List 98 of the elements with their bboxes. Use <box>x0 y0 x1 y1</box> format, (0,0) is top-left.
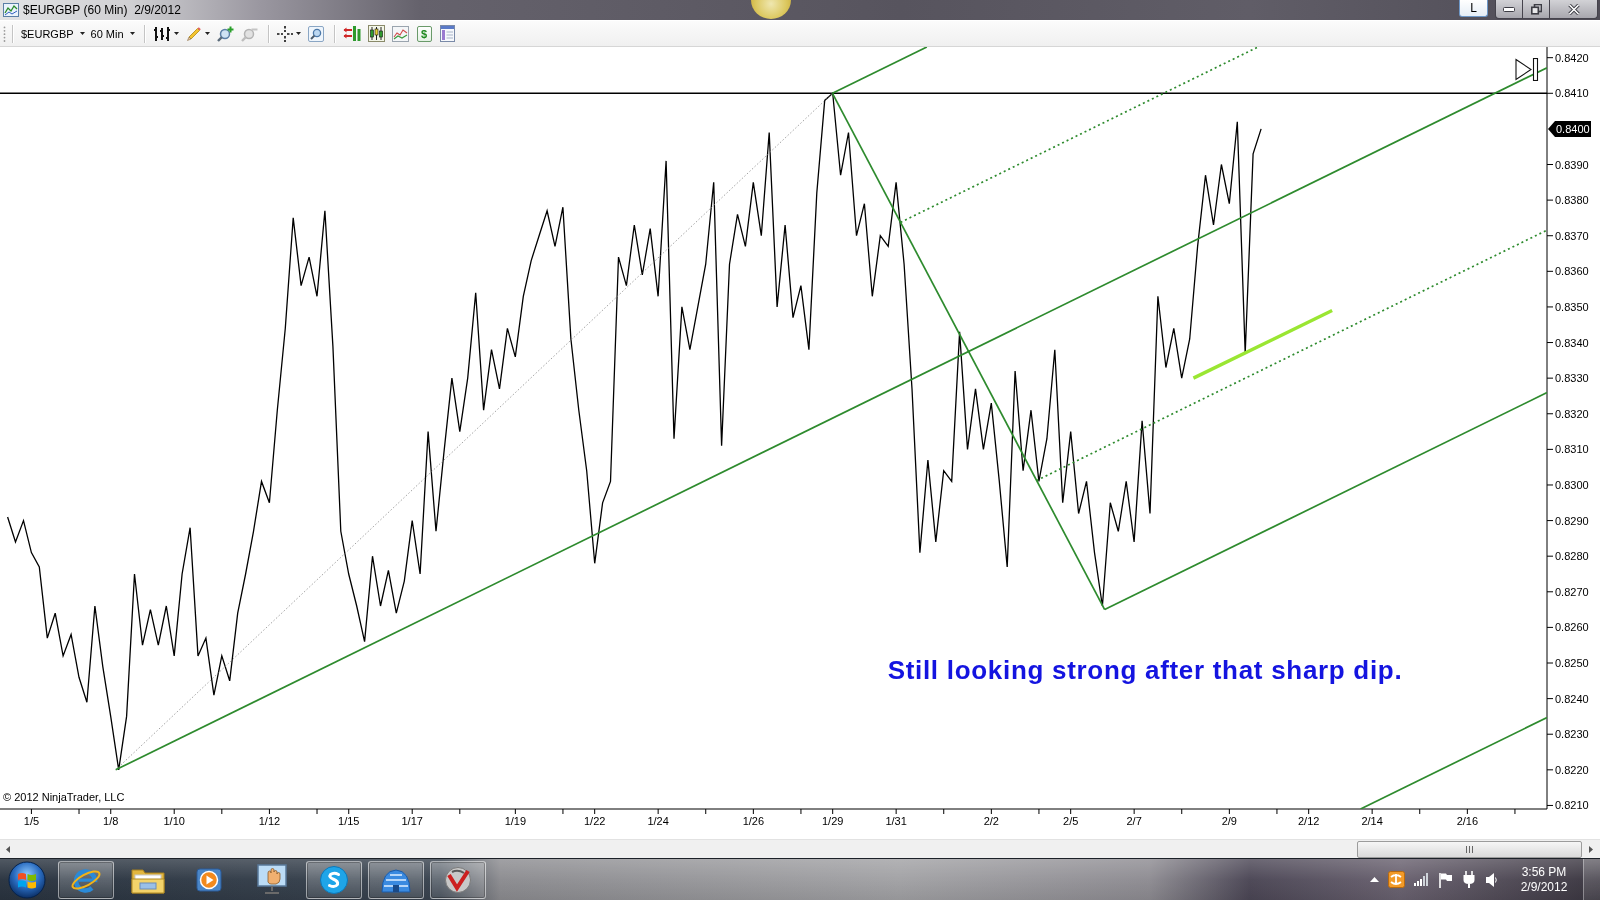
horizontal-line[interactable] <box>0 92 1547 95</box>
axis-label: 1/31 <box>885 815 907 827</box>
taskbar-button[interactable] <box>368 860 424 899</box>
start-button[interactable] <box>7 859 47 900</box>
window-icon <box>439 25 455 42</box>
show-desktop-button[interactable] <box>1583 859 1600 900</box>
caret-icon <box>129 32 135 35</box>
up-arrow-icon[interactable] <box>1370 877 1379 882</box>
magnifier-icon <box>307 25 324 42</box>
bars-arrows-icon <box>342 25 361 42</box>
speaker-icon[interactable] <box>1485 871 1497 888</box>
axis-label: 0.8240 <box>1555 692 1589 705</box>
copyright-text: © 2012 NinjaTrader, LLC <box>3 791 125 803</box>
axis-label: 0.8340 <box>1555 336 1589 349</box>
horizontal-scrollbar[interactable] <box>0 839 1600 858</box>
axis-label: 0.8390 <box>1555 158 1589 171</box>
taskbar-button[interactable] <box>58 860 114 899</box>
axis-label: 0.8410 <box>1555 87 1589 100</box>
grip-icon[interactable] <box>3 24 6 43</box>
axis-label: 0.8230 <box>1555 728 1589 741</box>
axis-label: 0.8210 <box>1555 799 1589 812</box>
clock-time: 3:56 PM <box>1521 864 1567 880</box>
axis-label: 2/2 <box>983 815 999 827</box>
axis-label: 0.8280 <box>1555 550 1589 563</box>
axis-label: 1/12 <box>258 815 281 827</box>
axis-label: 0.8380 <box>1555 194 1589 207</box>
pencil-icon <box>185 25 202 42</box>
chart-note[interactable]: Still looking strong after that sharp dip. <box>887 655 1403 686</box>
clock-date: 2/9/2012 <box>1520 879 1568 895</box>
line-chart-icon <box>391 25 409 42</box>
axis-label: 0.8420 <box>1555 51 1589 64</box>
minimize-button[interactable] <box>1495 0 1523 19</box>
window-title: $EURGBP (60 Min) 2/9/2012 <box>23 3 181 17</box>
axis-label: 0.8320 <box>1555 407 1589 420</box>
power-plug-icon[interactable] <box>1462 871 1476 888</box>
axis-label: 1/15 <box>338 815 360 827</box>
axis-label: 0.8330 <box>1555 372 1589 385</box>
close-button[interactable] <box>1550 0 1598 19</box>
dome-icon <box>380 866 412 893</box>
swirl-circle-icon <box>319 864 349 895</box>
axis-label: 0.8350 <box>1555 300 1589 313</box>
caret-icon <box>173 32 179 35</box>
axis-label: 1/22 <box>583 815 606 827</box>
scrollbar-thumb[interactable] <box>1357 840 1582 858</box>
check-circle-icon <box>444 865 472 894</box>
close-icon <box>1567 3 1580 15</box>
candlestick-icon <box>367 25 385 42</box>
signal-icon[interactable] <box>1414 873 1429 886</box>
flag-icon[interactable] <box>1438 871 1453 888</box>
axis-label: 1/29 <box>821 815 844 827</box>
account-button[interactable]: $ <box>416 25 432 42</box>
chart-window-icon <box>3 3 19 17</box>
trend-line[interactable] <box>115 92 833 771</box>
left-arrow-icon <box>5 845 10 853</box>
crosshair-icon <box>276 25 293 42</box>
axis-label: 1/24 <box>647 815 669 827</box>
axis-label: 2/14 <box>1361 815 1383 827</box>
tray-app-icon[interactable] <box>1388 871 1405 888</box>
axis-label: 0.8220 <box>1555 763 1589 776</box>
axis-label: 1/8 <box>103 815 119 827</box>
zoom-in-icon <box>216 25 234 42</box>
title-bar-button[interactable]: L <box>1459 0 1488 17</box>
axis-label: 0.8300 <box>1555 478 1589 491</box>
axis-label: 2/16 <box>1456 815 1479 827</box>
axis-label: 1/5 <box>23 815 40 827</box>
minimize-icon <box>1503 6 1515 12</box>
right-arrow-icon <box>1589 845 1593 853</box>
axis-label: 0.8260 <box>1555 621 1589 634</box>
axis-label: 0.8250 <box>1555 657 1589 669</box>
cursor-highlight <box>751 0 791 19</box>
play-icon <box>196 865 224 894</box>
last-price-label: 0.8400 <box>1548 120 1591 137</box>
taskbar-button[interactable] <box>306 860 362 899</box>
grip-icon <box>1466 845 1473 853</box>
instrument-dropdown[interactable]: $EURGBP <box>18 22 88 45</box>
axis-label: 0.8310 <box>1555 443 1589 456</box>
axis-label: 1/26 <box>742 815 765 827</box>
axis-label: 1/19 <box>504 815 527 827</box>
orb-icon <box>8 860 46 899</box>
caret-icon <box>204 32 210 35</box>
monitor-hand-icon <box>257 863 287 896</box>
axis-label: 0.8290 <box>1555 514 1589 527</box>
axis-label: 2/12 <box>1297 815 1320 827</box>
restore-button[interactable] <box>1523 0 1550 19</box>
caret-icon <box>79 32 85 35</box>
ohlc-bars-icon <box>152 25 171 42</box>
axis-label: 1/10 <box>163 815 185 827</box>
axis-label: 0.8360 <box>1555 265 1589 278</box>
axis-label: 0.8370 <box>1555 229 1589 242</box>
axis-label: 1/17 <box>401 815 423 827</box>
skip-to-end-icon[interactable] <box>1515 58 1539 81</box>
axis-label: 2/9 <box>1221 815 1237 827</box>
axis-label: 2/5 <box>1063 815 1079 827</box>
caret-icon <box>295 32 301 35</box>
restore-icon <box>1530 3 1542 15</box>
interval-dropdown[interactable]: 60 Min <box>87 22 138 45</box>
axis-label: 0.8270 <box>1555 585 1589 598</box>
axis-label: 2/7 <box>1126 815 1142 827</box>
